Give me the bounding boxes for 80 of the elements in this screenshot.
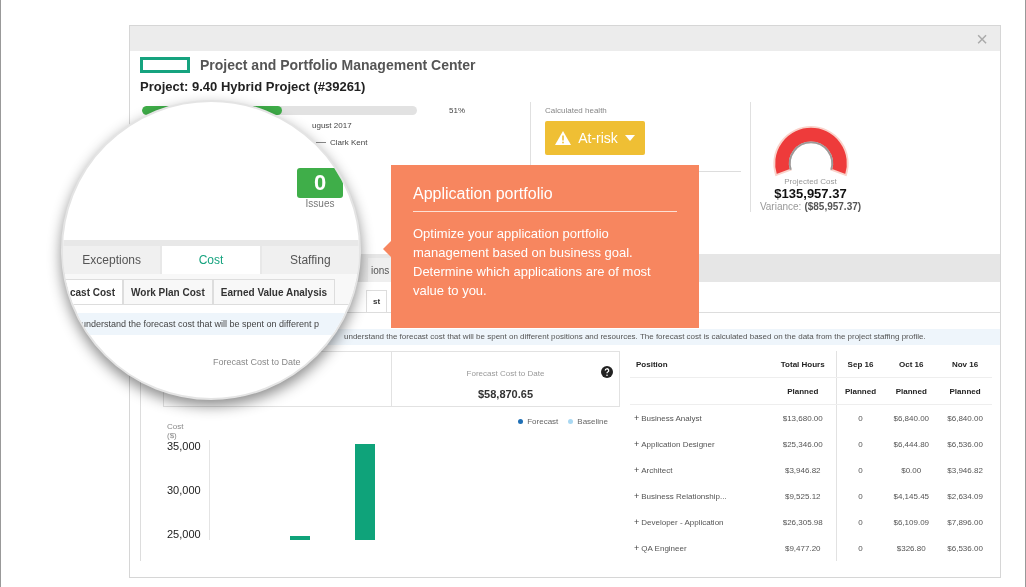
date-text: ugust 2017 [312,121,353,130]
position-name: QA Engineer [641,544,687,553]
table-cell-text: $0.00 [900,464,923,477]
expand-button[interactable]: + [634,465,642,475]
y-tick-label: 35,000 [167,440,201,452]
position-name: Architect [641,466,673,475]
tab[interactable]: Staffing [261,246,359,274]
table-cell-text: $326.80 [895,542,927,555]
project-title: Project: 9.40 Hybrid Project (#39261) [140,79,367,94]
table-cell: 0 [836,431,885,457]
expand-button[interactable]: + [634,517,642,527]
position-name: Developer - Application [641,518,724,527]
kpi-label: Forecast Cost to Date [213,357,301,367]
column-subheader: Planned [836,377,885,405]
subtab[interactable]: Work Plan Cost [123,279,213,304]
table-cell: $9,525.12 [769,483,837,509]
y-tick-label: 25,000 [167,528,201,540]
issues-count: 0 [297,168,343,198]
position-name: Business Relationship... [641,492,727,501]
column-header: Position [630,351,770,378]
tab[interactable]: Exceptions [63,246,161,274]
variance-value: ($85,957.37) [804,201,862,212]
table-cell-text: $6,536.00 [946,542,984,555]
table-cell-text: $3,946.82 [946,464,984,477]
column-header: Oct 16 [884,351,939,378]
projected-cost-value: $135,957.37 [774,186,847,201]
column-header: Nov 16 [938,351,992,378]
expand-button[interactable]: + [634,543,642,553]
table-cell: $25,346.00 [769,431,837,457]
table-cell-text: $6,444.80 [892,438,931,451]
kpi-label: Forecast Cost to Date [466,369,545,378]
table-cell: $13,680.00 [769,404,837,431]
expand-button[interactable]: + [634,491,642,501]
column-subheader: Planned [769,377,837,405]
y-tick-label: 30,000 [167,484,201,496]
help-icon[interactable] [601,366,613,378]
logo-icon [140,57,190,73]
tab[interactable]: ions [368,258,393,282]
position-name: Business Analyst [641,414,702,423]
table-cell: $9,477.20 [769,535,837,561]
subtab[interactable]: Earned Value Analysis [212,279,336,304]
table-cell: 0 [836,535,885,561]
legend-label: Forecast [527,417,559,426]
table-cell-text: $6,536.00 [946,438,984,451]
table-cell-text: $6,109.09 [892,516,931,529]
projected-cost-label: Projected Cost [784,177,837,186]
variance-label: Variance: [759,201,802,212]
table-cell: $26,305.98 [769,509,837,535]
tooltip-text: Optimize your application portfolio management based on business goal. Determine which applications are of most value to you. [413,225,652,300]
health-label: Calculated health [545,106,607,115]
tooltip-title: Application portfolio [413,185,677,212]
table-cell-text: $2,634.09 [946,490,984,503]
subtab[interactable]: st [366,290,388,312]
column-header: Total Hours [769,351,837,378]
table-cell: 0 [836,404,885,431]
column-subheader: Planned [938,377,992,405]
legend-label: Baseline [577,417,608,426]
info-text: understand the forecast cost that will be spent on different p [81,319,319,329]
info-text: understand the forecast cost that will be spent on different positions and resources. The forecast cost is calculated based on the data from the project staffing profile. [344,332,926,341]
table-cell: 0 [836,457,885,483]
expand-button[interactable]: + [634,439,642,449]
expand-button[interactable]: + [634,413,642,423]
position-name: Application Designer [641,440,715,449]
caret-icon [624,135,635,141]
table-cell: $6,840.00 [938,404,992,431]
table-cell: 0 [836,483,885,509]
issues-label: Issues [304,198,336,209]
table-cell-text: $4,145.45 [892,490,931,503]
app-title: Project and Portfolio Management Center [200,57,476,73]
column-subheader: Planned [884,377,939,405]
y-axis-label: Cost ($) [167,422,185,440]
progress-percent: 51% [449,106,465,115]
kpi-value: $58,870.65 [477,388,534,400]
column-header: Sep 16 [836,351,885,378]
owner-name: Clark Kent [330,138,368,147]
table-cell: $3,946.82 [769,457,837,483]
warning-icon [555,131,572,145]
table-cell: $6,840.00 [884,404,939,431]
table-cell-text: $7,896.00 [946,516,984,529]
table-cell: 0 [836,509,885,535]
